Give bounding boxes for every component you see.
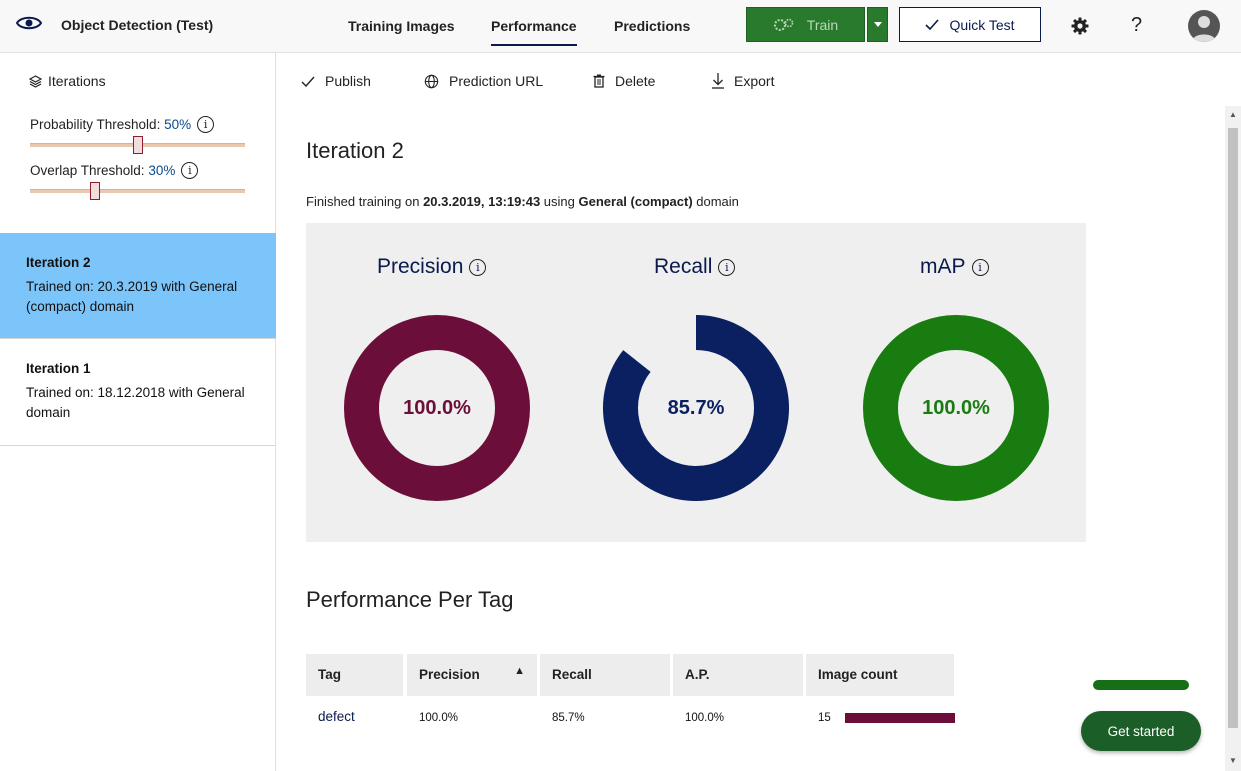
recall-cell: 85.7%	[552, 712, 585, 724]
divider	[0, 445, 276, 446]
iteration-description: Trained on: 20.3.2019 with General (comp…	[26, 279, 238, 314]
prediction-url-button[interactable]: Prediction URL	[424, 73, 543, 89]
precision-donut: 100.0%	[342, 313, 532, 503]
scroll-down-icon[interactable]: ▼	[1228, 756, 1238, 766]
recall-title: Recall i	[654, 255, 736, 279]
publish-button[interactable]: Publish	[301, 73, 371, 89]
image-count-cell: 15	[818, 712, 831, 724]
prediction-url-label: Prediction URL	[449, 73, 544, 89]
scroll-up-icon[interactable]: ▲	[1228, 110, 1238, 120]
info-icon[interactable]: i	[197, 116, 215, 133]
column-header-precision[interactable]: Precision ▲	[407, 654, 537, 696]
page-title: Iteration 2	[306, 138, 404, 163]
probability-threshold-slider[interactable]	[30, 136, 245, 154]
help-icon[interactable]: ?	[1131, 14, 1142, 37]
image-count-bar	[845, 713, 955, 723]
sort-ascending-icon: ▲	[514, 665, 525, 677]
caret-down-icon	[873, 22, 882, 27]
gears-icon	[773, 18, 794, 31]
get-started-button[interactable]: Get started	[1081, 711, 1201, 751]
tab-performance[interactable]: Performance	[491, 18, 577, 46]
training-summary: Finished training on 20.3.2019, 13:19:43…	[306, 194, 739, 209]
app-title: Object Detection (Test)	[61, 17, 214, 33]
slider-handle[interactable]	[89, 182, 100, 200]
probability-threshold-label: Probability Threshold: 50% i	[30, 116, 215, 133]
iterations-header: Iterations	[29, 73, 106, 89]
quick-test-label: Quick Test	[949, 16, 1015, 33]
precision-cell: 100.0%	[419, 712, 459, 724]
top-bar: Object Detection (Test) Training Images …	[0, 0, 1241, 53]
iteration-name: Iteration 2	[26, 255, 91, 270]
gear-icon[interactable]	[1071, 17, 1089, 35]
tag-cell[interactable]: defect	[318, 709, 355, 724]
column-header-ap[interactable]: A.P.	[673, 654, 803, 696]
metrics-panel: Precision i Recall i mAP i 100.0% 85.7% 100…	[306, 223, 1086, 542]
overlap-threshold-slider[interactable]	[30, 182, 245, 200]
precision-title: Precision i	[377, 255, 487, 279]
checkmark-icon	[301, 76, 315, 87]
train-dropdown-button[interactable]	[867, 7, 888, 42]
tab-training-images[interactable]: Training Images	[348, 18, 455, 34]
info-icon[interactable]: i	[718, 258, 736, 276]
main-content: Publish Prediction URL Delete Export Ite…	[276, 53, 1225, 771]
column-header-recall[interactable]: Recall	[540, 654, 670, 696]
layers-icon	[29, 74, 42, 88]
training-domain: General (compact)	[578, 194, 693, 209]
export-label: Export	[734, 73, 775, 89]
delete-label: Delete	[615, 73, 656, 89]
quick-test-button[interactable]: Quick Test	[899, 7, 1041, 42]
eye-logo-icon	[16, 16, 42, 30]
iteration-name: Iteration 1	[26, 361, 91, 376]
info-icon[interactable]: i	[181, 162, 199, 179]
map-value: 100.0%	[922, 396, 990, 419]
slider-handle[interactable]	[132, 136, 143, 154]
iteration-item-2[interactable]: Iteration 2 Trained on: 20.3.2019 with G…	[0, 233, 276, 338]
recall-donut: 85.7%	[601, 313, 791, 503]
train-button[interactable]: Train	[746, 7, 865, 42]
ap-cell: 100.0%	[685, 712, 725, 724]
checkmark-icon	[925, 19, 940, 30]
per-tag-title: Performance Per Tag	[306, 587, 514, 612]
overlap-threshold-label: Overlap Threshold: 30% i	[30, 162, 199, 179]
training-date: 20.3.2019, 13:19:43	[423, 194, 541, 209]
iteration-description: Trained on: 18.12.2018 with General doma…	[26, 385, 245, 420]
map-donut: 100.0%	[861, 313, 1051, 503]
delete-button[interactable]: Delete	[593, 73, 655, 89]
tab-predictions[interactable]: Predictions	[614, 18, 690, 34]
map-title: mAP i	[920, 255, 989, 279]
iterations-header-label: Iterations	[48, 73, 106, 89]
publish-label: Publish	[325, 73, 371, 89]
overlap-threshold-value: 30%	[148, 163, 176, 178]
trash-icon	[593, 74, 605, 88]
info-icon[interactable]: i	[469, 258, 487, 276]
user-silhouette-icon	[1192, 16, 1216, 42]
getting-started-progress	[1093, 680, 1189, 690]
iteration-item-1[interactable]: Iteration 1 Trained on: 18.12.2018 with …	[0, 339, 276, 444]
globe-icon	[424, 74, 439, 88]
precision-value: 100.0%	[403, 396, 471, 419]
recall-value: 85.7%	[667, 396, 725, 419]
probability-threshold-value: 50%	[164, 117, 192, 132]
export-button[interactable]: Export	[712, 73, 774, 89]
download-arrow-icon	[712, 73, 724, 89]
column-header-image-count[interactable]: Image count	[806, 654, 954, 696]
scrollbar[interactable]: ▲ ▼	[1225, 106, 1241, 771]
column-header-tag[interactable]: Tag	[306, 654, 403, 696]
scroll-thumb[interactable]	[1228, 128, 1238, 728]
train-label: Train	[806, 16, 839, 33]
avatar[interactable]	[1188, 10, 1220, 42]
iterations-sidebar: Iterations Probability Threshold: 50% i …	[0, 53, 276, 771]
info-icon[interactable]: i	[971, 258, 989, 276]
